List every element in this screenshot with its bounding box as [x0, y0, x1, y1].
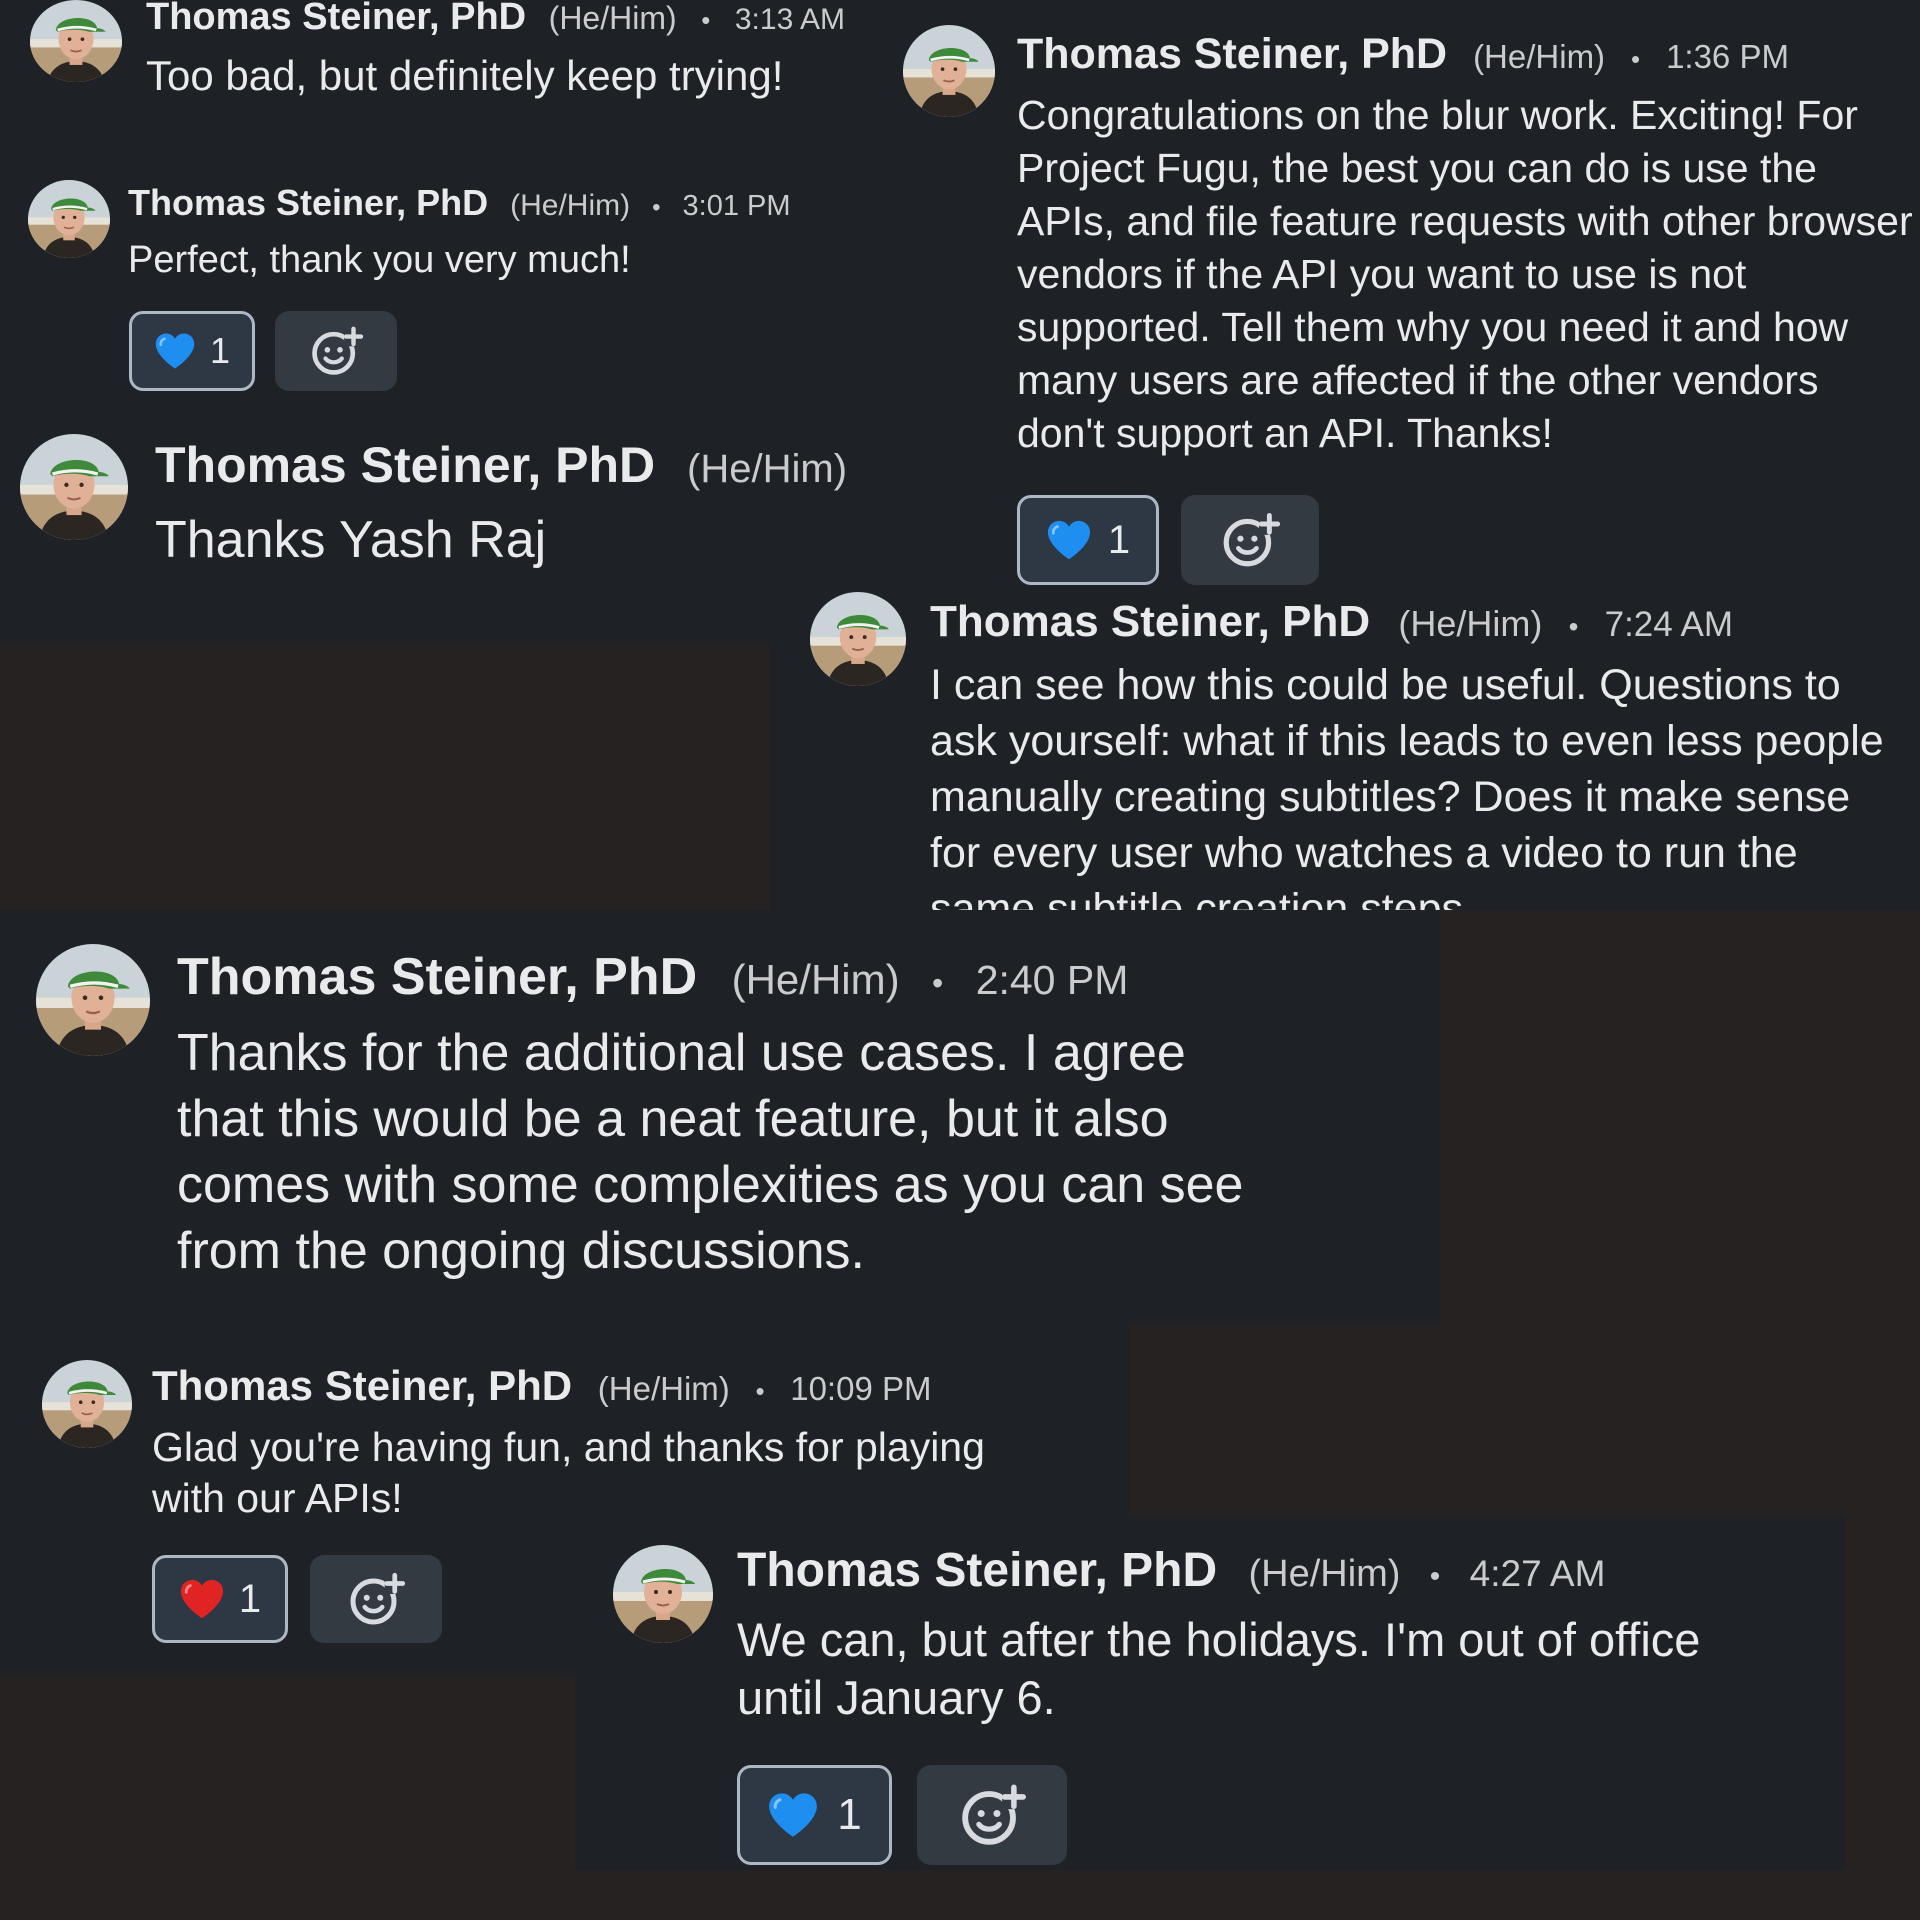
pronouns: (He/Him) [1473, 38, 1606, 75]
add-reaction-icon [957, 1780, 1027, 1850]
pronouns: (He/Him) [687, 447, 848, 491]
pronouns: (He/Him) [1398, 603, 1543, 644]
timestamp: 3:13 AM [734, 3, 845, 36]
avatar[interactable] [42, 1360, 132, 1448]
red-heart-icon [179, 1577, 225, 1621]
message-card-2: Thomas Steiner, PhD (He/Him) • 3:01 PM P… [0, 150, 870, 410]
author-name[interactable]: Thomas Steiner, PhD [152, 1362, 572, 1409]
message-card-4: Thomas Steiner, PhD (He/Him) • 1:36 PM C… [870, 0, 1920, 588]
message-card-5: Thomas Steiner, PhD (He/Him) • 7:24 AM I… [770, 588, 1920, 910]
message-header: Thomas Steiner, PhD (He/Him) [155, 435, 865, 499]
separator-dot: • [932, 965, 944, 1001]
separator-dot: • [755, 1376, 765, 1406]
reactions-bar: 1 [1017, 495, 1319, 585]
separator-dot: • [1568, 611, 1579, 642]
message-card-8: Thomas Steiner, PhD (He/Him) • 4:27 AM W… [575, 1515, 1845, 1870]
avatar[interactable] [28, 180, 110, 258]
reactions-bar: 1 [737, 1765, 1067, 1865]
timestamp: 4:27 AM [1469, 1553, 1606, 1594]
pronouns: (He/Him) [548, 0, 677, 36]
message-card-1: Thomas Steiner, PhD (He/Him) • 3:13 AM T… [0, 0, 870, 150]
add-reaction-button[interactable] [1181, 495, 1319, 585]
blue-heart-icon [767, 1790, 819, 1840]
add-reaction-icon [346, 1569, 406, 1629]
avatar[interactable] [810, 592, 906, 686]
reactions-bar: 1 [129, 311, 397, 391]
reaction-pill[interactable]: 1 [1017, 495, 1159, 585]
timestamp: 1:36 PM [1666, 38, 1789, 75]
message-text: I can see how this could be useful. Ques… [930, 661, 1884, 910]
author-name[interactable]: Thomas Steiner, PhD [737, 1544, 1217, 1597]
author-name[interactable]: Thomas Steiner, PhD [177, 948, 697, 1006]
reaction-count: 1 [1107, 517, 1131, 562]
message-header: Thomas Steiner, PhD (He/Him) • 1:36 PM [1017, 29, 1917, 84]
message-header: Thomas Steiner, PhD (He/Him) • 7:24 AM [930, 596, 1920, 653]
author-name[interactable]: Thomas Steiner, PhD [146, 0, 526, 38]
reactions-bar: 1 [152, 1555, 442, 1643]
message-text: Perfect, thank you very much! [128, 239, 631, 281]
pronouns: (He/Him) [731, 956, 900, 1003]
timestamp: 2:40 PM [975, 957, 1129, 1003]
separator-dot: • [701, 5, 711, 35]
author-name[interactable]: Thomas Steiner, PhD [155, 437, 655, 493]
author-name[interactable]: Thomas Steiner, PhD [1017, 30, 1447, 78]
avatar[interactable] [36, 944, 150, 1056]
separator-dot: • [1429, 1560, 1441, 1593]
message-text: We can, but after the holidays. I'm out … [737, 1613, 1701, 1724]
pronouns: (He/Him) [1248, 1553, 1401, 1595]
message-header: Thomas Steiner, PhD (He/Him) • 3:13 AM [146, 0, 866, 43]
add-reaction-button[interactable] [275, 311, 397, 391]
message-header: Thomas Steiner, PhD (He/Him) • 2:40 PM [177, 946, 1417, 1014]
avatar[interactable] [903, 25, 995, 117]
reaction-count: 1 [238, 1576, 262, 1621]
avatar[interactable] [20, 434, 128, 540]
timestamp: 7:24 AM [1604, 605, 1734, 644]
reaction-pill[interactable]: 1 [152, 1555, 288, 1643]
message-card-3: Thomas Steiner, PhD (He/Him) Thanks Yash… [0, 410, 870, 645]
author-name[interactable]: Thomas Steiner, PhD [930, 597, 1370, 646]
reaction-count: 1 [209, 330, 231, 371]
message-text: Too bad, but definitely keep trying! [146, 52, 784, 99]
message-header: Thomas Steiner, PhD (He/Him) • 10:09 PM [152, 1361, 1122, 1416]
add-reaction-icon [1219, 509, 1281, 571]
reaction-count: 1 [837, 1790, 862, 1839]
blue-heart-icon [154, 331, 196, 371]
message-text: Thanks Yash Raj [155, 511, 547, 569]
message-header: Thomas Steiner, PhD (He/Him) • 3:01 PM [128, 182, 858, 229]
separator-dot: • [1631, 44, 1641, 74]
author-name[interactable]: Thomas Steiner, PhD [128, 182, 488, 223]
pronouns: (He/Him) [510, 189, 631, 222]
timestamp: 3:01 PM [682, 190, 791, 222]
avatar[interactable] [30, 0, 122, 82]
timestamp: 10:09 PM [790, 1370, 932, 1407]
pronouns: (He/Him) [597, 1370, 730, 1407]
add-reaction-button[interactable] [310, 1555, 442, 1643]
message-text: Glad you're having fun, and thanks for p… [152, 1424, 985, 1521]
message-text: Congratulations on the blur work. Exciti… [1017, 92, 1913, 456]
message-text: Thanks for the additional use cases. I a… [177, 1024, 1244, 1280]
avatar[interactable] [613, 1545, 713, 1643]
message-header: Thomas Steiner, PhD (He/Him) • 4:27 AM [737, 1543, 1837, 1605]
separator-dot: • [652, 194, 661, 221]
blue-heart-icon [1046, 518, 1092, 562]
reaction-pill[interactable]: 1 [737, 1765, 892, 1865]
add-reaction-button[interactable] [917, 1765, 1067, 1865]
message-card-6: Thomas Steiner, PhD (He/Him) • 2:40 PM T… [0, 910, 1440, 1325]
reaction-pill[interactable]: 1 [129, 311, 255, 391]
add-reaction-icon [308, 323, 364, 379]
